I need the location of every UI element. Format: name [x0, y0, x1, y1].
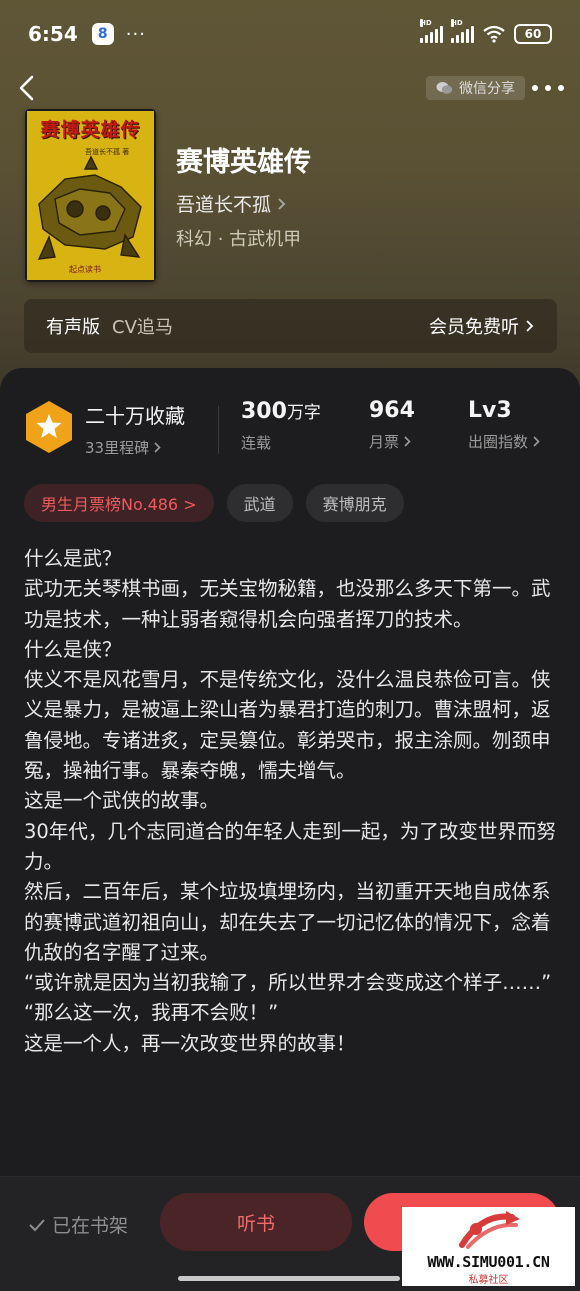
wifi-icon	[483, 25, 505, 43]
monthly-ticket-number: 964	[369, 398, 415, 423]
author-name: 吾道长不孤	[176, 194, 272, 216]
checkmark-icon	[29, 1218, 45, 1231]
more-options-icon[interactable]	[530, 76, 566, 100]
book-cover[interactable]: 赛博英雄传 吾道长不孤 著 起点读书	[25, 109, 156, 282]
back-arrow-icon[interactable]	[14, 74, 42, 102]
on-shelf-status[interactable]: 已在书架	[28, 1211, 128, 1238]
vip-free-listen-label: 会员免费听	[429, 317, 519, 338]
watermark: WWW.SIMU001.CN 私募社区	[402, 1207, 575, 1286]
book-description: 什么是武？ 武功无关琴棋书画，无关宝物秘籍，也没那么多天下第一。武功是技术，一种…	[24, 547, 556, 1055]
audiobook-bar[interactable]: 有声版 CV追马 会员免费听	[24, 299, 557, 353]
monthly-ticket-stat[interactable]: 964 月票	[369, 398, 415, 452]
word-count-number: 300	[241, 399, 287, 424]
word-count-unit: 万字	[286, 403, 321, 423]
audiobook-cv: CV追马	[112, 317, 173, 338]
book-detail-panel: 二十万收藏 33里程碑 300万字 连载 964 月票 Lv3 出圈指数 男生月…	[0, 368, 580, 1291]
word-count-stat: 300万字 连载	[241, 398, 321, 453]
popularity-level: Lv3	[468, 398, 512, 423]
wechat-share-label: 微信分享	[459, 81, 515, 97]
tag-list: 男生月票榜No.486 > 武道 赛博朋克	[24, 484, 404, 522]
ranking-tag[interactable]: 男生月票榜No.486 >	[24, 484, 214, 522]
listen-button[interactable]: 听书	[160, 1193, 352, 1251]
milestone-label: 33里程碑	[85, 439, 150, 457]
signal-icon-2: HD	[451, 19, 474, 43]
star-badge-icon	[26, 401, 72, 453]
wechat-icon	[436, 82, 453, 94]
cover-art-image	[25, 109, 156, 282]
wechat-share-button[interactable]: 微信分享	[426, 76, 525, 100]
audiobook-label: 有声版	[46, 317, 100, 338]
stats-row: 二十万收藏 33里程碑 300万字 连载 964 月票 Lv3 出圈指数	[0, 398, 580, 458]
tag-cyberpunk[interactable]: 赛博朋克	[305, 484, 404, 522]
signal-icon: HD	[420, 19, 443, 43]
watermark-url: WWW.SIMU001.CN	[427, 1253, 550, 1271]
status-time: 6:54	[28, 22, 78, 46]
author-link[interactable]: 吾道长不孤	[176, 190, 287, 217]
monthly-ticket-label: 月票	[369, 433, 400, 451]
chevron-right-icon	[404, 436, 411, 447]
chevron-right-icon	[526, 320, 534, 332]
book-title: 赛博英雄传	[176, 147, 311, 178]
notification-dots: ···	[125, 23, 146, 45]
divider	[218, 406, 219, 454]
popularity-index-stat[interactable]: Lv3 出圈指数	[468, 398, 541, 452]
vip-free-listen[interactable]: 会员免费听	[429, 313, 535, 339]
collect-stat[interactable]: 二十万收藏 33里程碑	[85, 400, 185, 458]
chevron-right-icon	[278, 197, 286, 210]
on-shelf-label: 已在书架	[52, 1215, 129, 1237]
chevron-right-icon	[533, 436, 540, 447]
serial-status: 连载	[241, 434, 272, 452]
watermark-logo-icon	[459, 1211, 520, 1249]
cover-publisher: 起点读书	[69, 265, 101, 274]
book-genre: 科幻 · 古武机甲	[176, 229, 302, 250]
status-bar: 6:54 8 ··· HD HD 60	[0, 0, 580, 68]
watermark-subtitle: 私募社区	[468, 1275, 509, 1286]
baidu-app-icon: 8	[91, 23, 114, 45]
collect-count: 二十万收藏	[85, 404, 185, 428]
home-indicator[interactable]	[178, 1276, 400, 1281]
tag-wudao[interactable]: 武道	[226, 484, 293, 522]
battery-icon: 60	[514, 24, 552, 44]
chevron-right-icon	[154, 442, 161, 453]
popularity-label: 出圈指数	[468, 433, 529, 451]
